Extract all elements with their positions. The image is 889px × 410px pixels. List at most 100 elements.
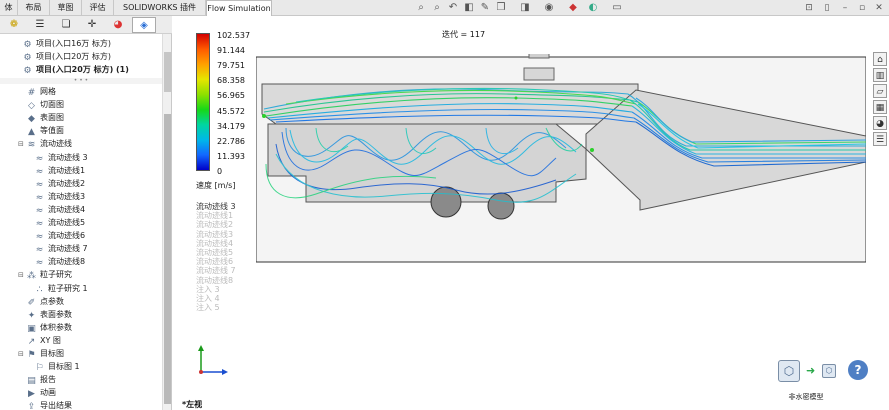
- legend-value: 102.537: [217, 31, 251, 40]
- display-manager-icon[interactable]: ◕: [106, 17, 130, 33]
- trajectory-item-icon: ≈: [35, 205, 44, 216]
- tree-item-label: 导出结果: [40, 401, 72, 410]
- appearances-icon[interactable]: ◕: [873, 116, 887, 130]
- maximize-icon[interactable]: ▫: [855, 1, 869, 15]
- goal-plot-item-icon: ⚐: [35, 363, 44, 374]
- trajectory-item-icon: ≈: [35, 166, 44, 177]
- tree-item[interactable]: ⊟ ⚑ 目标图: [18, 348, 64, 360]
- goal-plot-icon: ⚑: [27, 350, 36, 360]
- panel-splitter[interactable]: • • •: [0, 78, 162, 84]
- surface-parameters-icon: ✦: [27, 310, 36, 321]
- dynamic-annotation-icon[interactable]: ✎: [478, 1, 492, 15]
- tab-evaluate[interactable]: 评估: [82, 0, 114, 16]
- dimxpert-icon[interactable]: ✛: [80, 17, 104, 33]
- tree-item[interactable]: ∴ 粒子研究 1: [34, 283, 88, 295]
- custom-properties-icon[interactable]: ☰: [873, 132, 887, 146]
- tab-sketch[interactable]: 草图: [50, 0, 82, 16]
- surface-plot-icon: ◆: [28, 114, 35, 125]
- tree-item[interactable]: ↗ XY 图: [18, 335, 61, 347]
- collapse-toggle-icon[interactable]: ⊟: [18, 348, 26, 360]
- tab-solidworks-addins[interactable]: SOLIDWORKS 插件: [114, 0, 206, 16]
- design-library-icon[interactable]: ▥: [873, 68, 887, 82]
- small-cube-icon[interactable]: ⬡: [822, 364, 836, 378]
- tree-item-label: 表面图: [40, 113, 64, 123]
- feature-manager-icon[interactable]: ❁: [2, 17, 26, 33]
- view-settings-icon[interactable]: ▭: [610, 1, 624, 15]
- tree-item[interactable]: # 网格: [18, 86, 56, 98]
- section-view-icon[interactable]: ◧: [462, 1, 476, 15]
- tree-item[interactable]: ⇪ 导出结果: [18, 400, 72, 410]
- view-orientation-icon[interactable]: ❒: [494, 1, 508, 15]
- minimize-icon[interactable]: –: [838, 1, 852, 15]
- task-pane-strip: ⌂ ▥ ▱ ▦ ◕ ☰: [872, 52, 889, 152]
- tree-item[interactable]: ≈ 流动迹线 7: [34, 243, 88, 255]
- tree-item[interactable]: ≈ 流动迹线1: [34, 165, 85, 177]
- tree-item-label: 流动迹线5: [48, 218, 86, 227]
- tree-item-label: 流动迹线: [40, 139, 72, 149]
- close-icon[interactable]: ✕: [872, 1, 886, 15]
- tree-item[interactable]: ▣ 体积参数: [18, 322, 72, 334]
- tree-scroll-thumb[interactable]: [164, 114, 171, 404]
- collapse-toggle-icon[interactable]: ⊟: [18, 138, 26, 150]
- tree-item[interactable]: ▶ 动画: [18, 387, 56, 399]
- file-explorer-icon[interactable]: ▱: [873, 84, 887, 98]
- plot-layer-item[interactable]: 注入 5: [196, 302, 220, 313]
- tree-item-label: 流动迹线8: [48, 257, 86, 267]
- tree-item[interactable]: ✦ 表面参数: [18, 309, 72, 321]
- view-cube-icon[interactable]: ⬡: [778, 360, 800, 382]
- help-icon[interactable]: ?: [848, 360, 868, 380]
- mesh-icon: #: [27, 88, 36, 98]
- tree-item[interactable]: ⚐ 目标图 1: [34, 361, 80, 374]
- tree-item-label: 目标图 1: [48, 362, 80, 372]
- tree-item[interactable]: ≈ 流动迹线8: [34, 256, 85, 268]
- duct-model-view: [256, 54, 866, 263]
- tree-item-label: 流动迹线1: [48, 165, 86, 175]
- tree-item[interactable]: ⊟ ≋ 流动迹线: [18, 138, 72, 150]
- apply-scene-icon[interactable]: ◐: [586, 1, 600, 15]
- animation-icon: ▶: [28, 389, 35, 400]
- tree-item[interactable]: ◇ 切面图: [18, 99, 64, 111]
- tab-body[interactable]: 体: [0, 0, 18, 16]
- non-watertight-model-widget: ⬡ ➜ ⬡ ? 非水密模型: [776, 358, 886, 408]
- restore-icon[interactable]: ⊡: [802, 1, 816, 15]
- cylinder-1: [430, 186, 462, 218]
- non-watertight-model-label: 非水密模型: [788, 393, 824, 401]
- tree-item[interactable]: ▲ 等值面: [18, 125, 64, 137]
- tree-item[interactable]: ✐ 点参数: [18, 296, 64, 308]
- tile-icon[interactable]: ▯: [820, 1, 834, 15]
- zoom-to-fit-icon[interactable]: ⌕: [414, 1, 428, 15]
- zoom-area-icon[interactable]: ⌕: [430, 1, 444, 15]
- tab-layout[interactable]: 布局: [18, 0, 50, 16]
- hide-show-icon[interactable]: ◉: [542, 1, 556, 15]
- project-item[interactable]: ⚙ 项目(入口20万 标方): [22, 51, 111, 63]
- collapse-toggle-icon[interactable]: ⊟: [18, 269, 26, 281]
- view-palette-icon[interactable]: ▦: [873, 100, 887, 114]
- home-view-icon[interactable]: ⌂: [873, 52, 887, 66]
- flow-simulation-icon[interactable]: ◈: [132, 17, 156, 33]
- tree-item[interactable]: ⊟ ⁂ 粒子研究: [18, 269, 72, 281]
- tree-item[interactable]: ≈ 流动迹线5: [34, 217, 85, 229]
- configuration-manager-icon[interactable]: ❏: [54, 17, 78, 33]
- legend-value: 68.358: [217, 76, 245, 86]
- legend-value: 91.144: [217, 46, 245, 56]
- arrow-right-icon: ➜: [806, 364, 816, 377]
- tree-item[interactable]: ≈ 流动迹线3: [34, 191, 85, 203]
- property-manager-icon[interactable]: ☰: [28, 17, 52, 33]
- tree-item[interactable]: ≈ 流动迹线 3: [34, 152, 88, 164]
- tree-item[interactable]: ≈ 流动迹线2: [34, 178, 85, 190]
- project-list-scroll-thumb[interactable]: [164, 52, 171, 92]
- tree-item[interactable]: ≈ 流动迹线4: [34, 204, 85, 216]
- edit-appearance-icon[interactable]: ◆: [566, 1, 580, 15]
- project-item[interactable]: ⚙ 项目(入口16万 标方): [22, 38, 111, 50]
- project-item[interactable]: ⚙ 项目(入口20万 标方) (1): [22, 64, 128, 76]
- tree-item[interactable]: ◆ 表面图: [18, 112, 64, 124]
- tab-flow-simulation[interactable]: Flow Simulation: [206, 0, 272, 16]
- display-style-icon[interactable]: ◨: [518, 1, 532, 15]
- graphics-area[interactable]: 102.537 91.144 79.751 68.358 56.965 45.572 34.…: [173, 16, 889, 410]
- tree-item-label: 动画: [40, 388, 56, 398]
- tree-item[interactable]: ▤ 报告: [18, 374, 56, 386]
- tree-item[interactable]: ≈ 流动迹线6: [34, 230, 85, 242]
- report-icon: ▤: [27, 376, 36, 387]
- tree-scrollbar[interactable]: [162, 34, 171, 410]
- previous-view-icon[interactable]: ↶: [446, 1, 460, 15]
